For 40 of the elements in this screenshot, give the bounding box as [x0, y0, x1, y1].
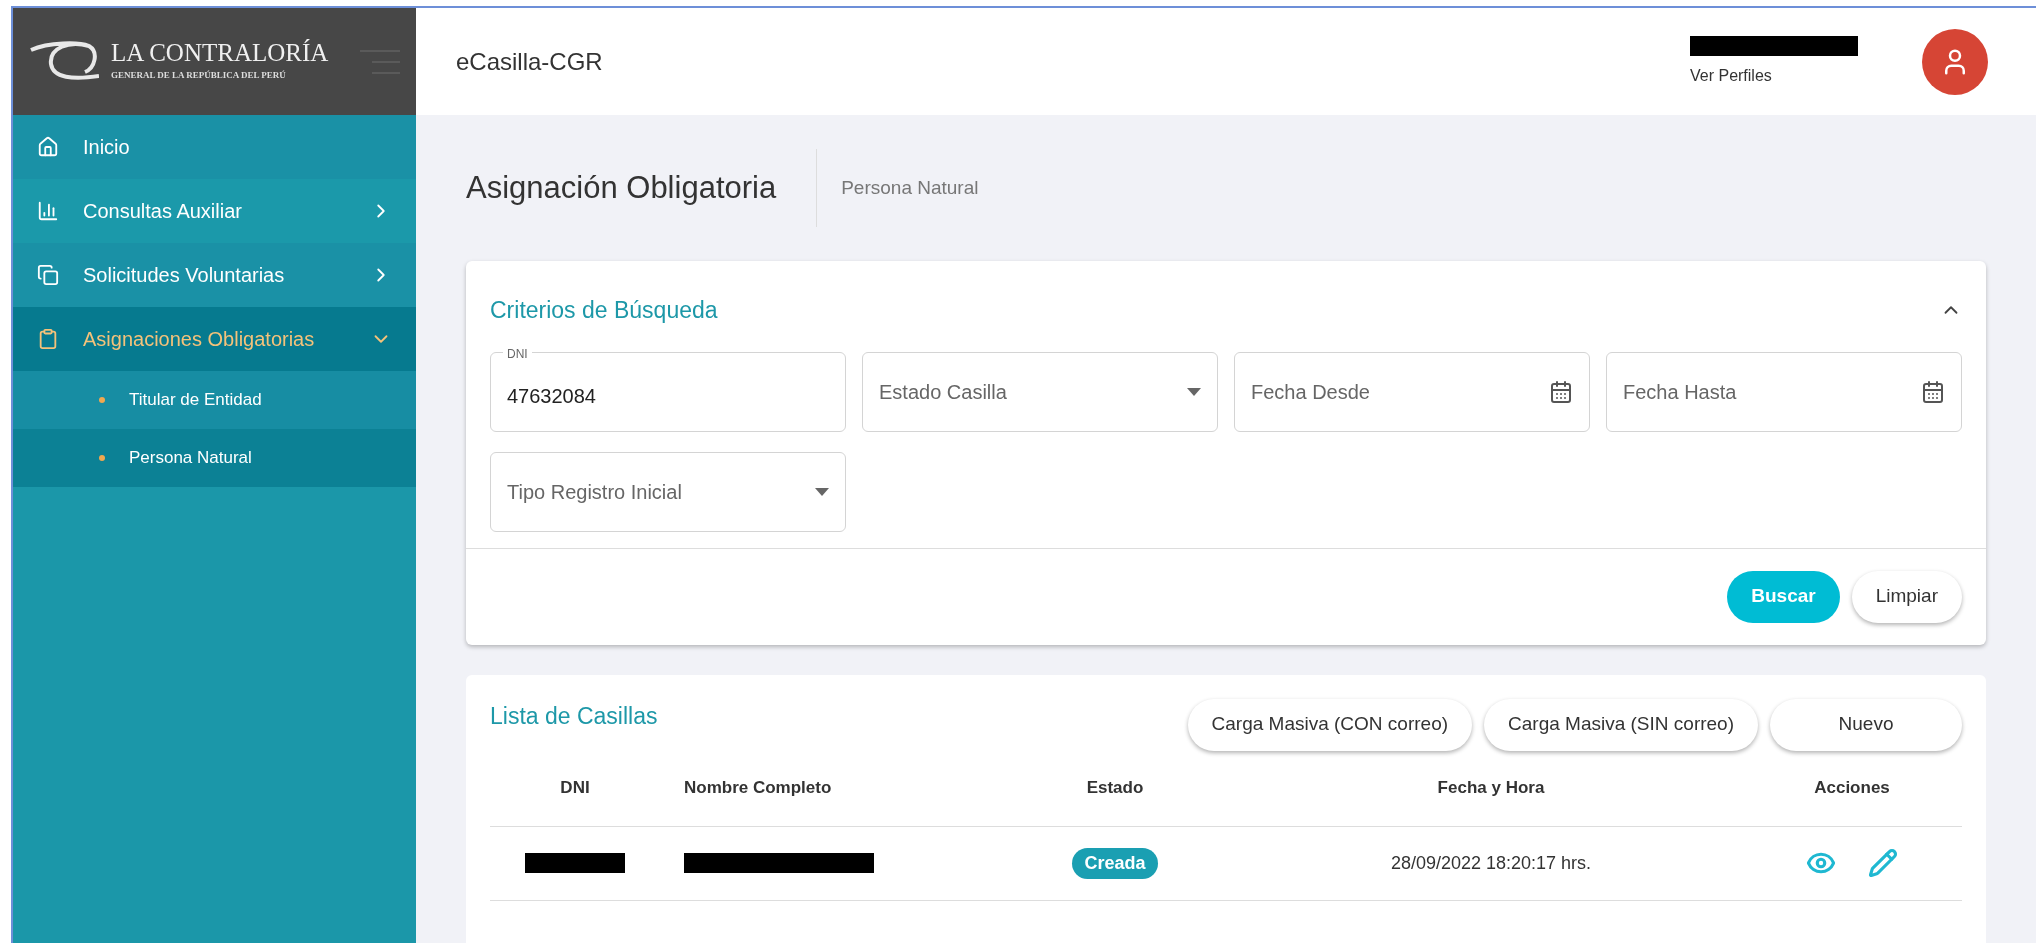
copy-icon — [37, 264, 59, 286]
column-header: Estado — [1085, 777, 1145, 800]
bullet-icon — [99, 455, 105, 461]
bar-chart-icon — [37, 200, 59, 222]
home-icon — [37, 136, 59, 158]
page-title: Asignación Obligatoria — [466, 148, 818, 228]
sidebar-subitem[interactable]: Persona Natural — [13, 429, 416, 487]
dropdown-caret-icon — [1187, 387, 1201, 396]
column-header: Fecha y Hora — [1436, 777, 1546, 800]
brand-name: LA CONTRALORÍA — [111, 40, 329, 66]
action-button[interactable]: Carga Masiva (SIN correo) — [1484, 698, 1758, 751]
brand-subtitle: GENERAL DE LA REPÚBLICA DEL PERÚ — [111, 69, 287, 83]
clipboard-icon — [37, 328, 59, 350]
calendar-icon — [1921, 379, 1945, 404]
select-field[interactable]: Estado Casilla — [862, 351, 1218, 432]
date-field[interactable]: Fecha Desde — [1234, 351, 1590, 432]
card-title: Criterios de Búsqueda — [490, 296, 718, 325]
column-header: Nombre Completo — [683, 777, 833, 800]
table-cell-text: 28/09/2022 18:20:17 hrs. — [1390, 851, 1592, 875]
profiles-link[interactable]: Ver Perfiles — [1690, 63, 1858, 88]
date-field[interactable]: Fecha Hasta — [1606, 351, 1962, 432]
sidebar-item[interactable]: Asignaciones Obligatorias — [13, 307, 416, 371]
action-button[interactable]: Carga Masiva (CON correo) — [1187, 698, 1473, 751]
clear-button[interactable]: Limpiar — [1851, 570, 1962, 623]
app-title: eCasilla-CGR — [456, 46, 603, 77]
action-button[interactable]: Nuevo — [1770, 698, 1962, 751]
card-title: Lista de Casillas — [490, 701, 658, 731]
dni-input[interactable]: 47632084 — [507, 372, 829, 411]
sidebar-item[interactable]: Inicio — [13, 115, 416, 179]
breadcrumb: Persona Natural — [840, 175, 979, 200]
status-badge: Creada — [1072, 847, 1158, 879]
sidebar-item[interactable]: Solicitudes Voluntarias — [13, 243, 416, 307]
column-header: DNI — [559, 777, 591, 800]
bullet-icon — [99, 397, 105, 403]
dropdown-caret-icon — [815, 487, 829, 496]
pencil-icon[interactable] — [1868, 848, 1898, 878]
calendar-icon — [1549, 379, 1573, 404]
select-field[interactable]: Tipo Registro Inicial — [490, 451, 846, 532]
column-header: Acciones — [1813, 777, 1891, 800]
sidebar-subitem[interactable]: Titular de Entidad — [13, 371, 416, 429]
